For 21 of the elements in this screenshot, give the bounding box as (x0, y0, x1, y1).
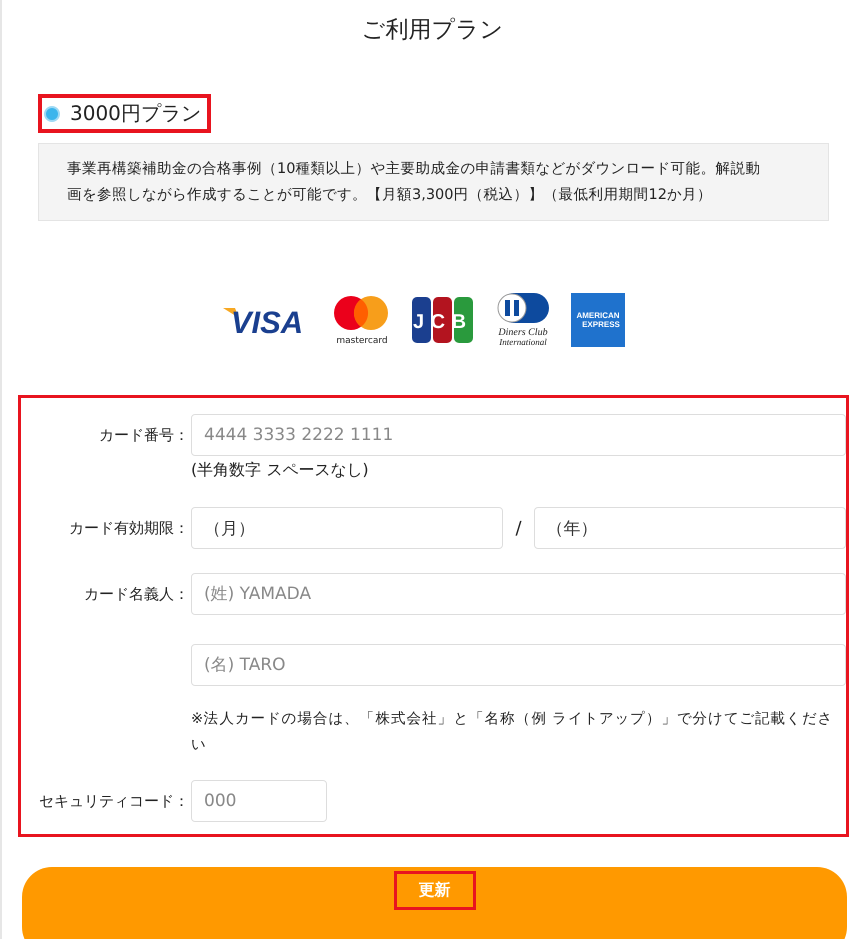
card-logo: Diners Club International (492, 292, 552, 348)
note-text: ※法人カードの場合は、「株式会社」と「名称（例 ライトアップ）」で分けてご記載ください (191, 710, 834, 755)
plan-radio-option[interactable]: 3000円プラン (38, 94, 211, 133)
page-title: ご利用プラン (360, 16, 504, 45)
last-name-field[interactable]: (姓) YAMADA (191, 573, 846, 615)
card-logo: VISA (220, 302, 312, 338)
date-separator: / (515, 518, 522, 538)
field-hint: (半角数字 スペースなし) (191, 460, 370, 481)
radio-button[interactable] (44, 106, 60, 122)
first-name-field[interactable]: (名) TARO (191, 644, 846, 686)
card-logo: AMERICAN EXPRESS (570, 293, 624, 347)
field-label: カード番号： (98, 425, 190, 446)
field-label: カード名義人： (83, 584, 190, 605)
month-field[interactable]: （月） (191, 507, 504, 549)
card-number-field[interactable]: 4444 3333 2222 1111 (191, 414, 846, 456)
field-label: カード有効期限： (68, 518, 190, 539)
card-logo: mastercard (330, 293, 392, 347)
year-field[interactable]: （年） (534, 507, 846, 549)
plan-description: 事業再構築補助金の合格事例（10種類以上）や主要助成金の申請書類などがダウンロード可能。解説動画を参照しながら作成することが可能です。【月額3,300円（税込）】（最低利用期間12か月） (38, 143, 829, 221)
security-code-field[interactable]: 000 (191, 780, 327, 822)
field-label: セキュリティコード： (38, 791, 190, 812)
